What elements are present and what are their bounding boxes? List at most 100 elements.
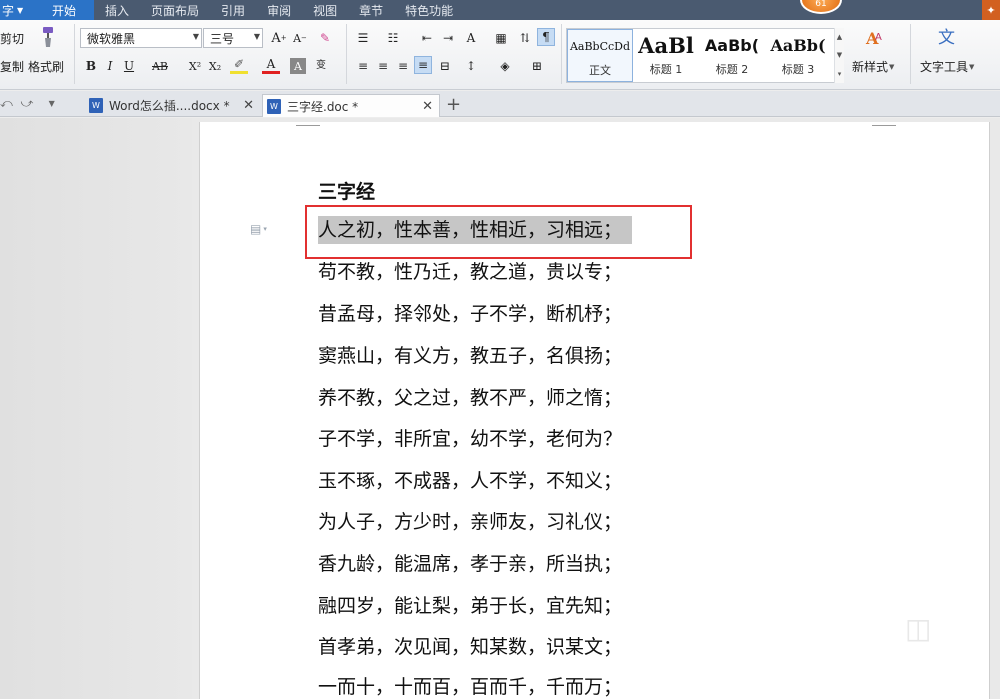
- word-doc-icon: W: [267, 98, 281, 114]
- document-line[interactable]: 玉不琢，不成器，人不学，不知义；: [318, 467, 622, 495]
- document-line[interactable]: 融四岁，能让梨，弟于长，宜先知；: [318, 592, 622, 620]
- menu-tab-review[interactable]: 审阅: [256, 0, 302, 20]
- menu-tab-section[interactable]: 章节: [348, 0, 394, 20]
- shrink-font-icon[interactable]: A −: [291, 29, 309, 47]
- close-icon[interactable]: ✕: [243, 98, 254, 113]
- menu-tab-page-layout[interactable]: 页面布局: [140, 0, 210, 20]
- document-line[interactable]: 养不教，父之过，教不严，师之惰；: [318, 384, 622, 412]
- style-normal[interactable]: AaBbCcDd 正文: [567, 29, 633, 82]
- table-icon[interactable]: ▦: [492, 29, 510, 47]
- menu-tab-view[interactable]: 视图: [302, 0, 348, 20]
- font-color-icon[interactable]: A: [262, 56, 280, 74]
- app-menu-button[interactable]: 字 ▼: [0, 0, 34, 20]
- subscript-icon[interactable]: X₂: [206, 57, 224, 75]
- new-tab-icon[interactable]: +: [446, 94, 461, 115]
- italic-icon[interactable]: I: [101, 57, 119, 75]
- align-left-icon[interactable]: ≡: [354, 57, 372, 75]
- new-style-button[interactable]: 新样式 ▼: [852, 58, 894, 75]
- sort-icon[interactable]: ⇅: [516, 29, 534, 47]
- style-preview: AaBb(: [770, 35, 826, 55]
- points-badge[interactable]: 61: [800, 0, 842, 14]
- new-style-label: 新样式: [852, 60, 889, 74]
- separator: [74, 24, 75, 84]
- line-spacing-icon[interactable]: ↕: [462, 57, 480, 75]
- font-size-select[interactable]: 三号 ▼: [203, 28, 263, 48]
- tab-word-doc[interactable]: W Word怎么插....docx * ✕: [85, 94, 260, 117]
- underline-icon[interactable]: U: [120, 57, 138, 75]
- bold-icon[interactable]: B: [82, 57, 100, 75]
- dropdown-icon[interactable]: ▼: [49, 99, 55, 108]
- style-heading-1[interactable]: AaBl 标题 1: [633, 29, 699, 82]
- increase-indent-icon[interactable]: ⇥: [439, 29, 457, 47]
- show-marks-icon[interactable]: ¶: [537, 28, 555, 46]
- copy-button[interactable]: 复制: [0, 58, 24, 75]
- copy-label: 复制: [0, 60, 25, 74]
- text-direction-icon[interactable]: A: [462, 29, 480, 47]
- align-center-icon[interactable]: ≡: [374, 57, 392, 75]
- align-right-icon[interactable]: ≡: [394, 57, 412, 75]
- shading-icon[interactable]: ◈: [496, 57, 514, 75]
- style-preview: AaBl: [638, 32, 694, 58]
- separator: [910, 24, 911, 84]
- document-line[interactable]: 苟不教，性乃迁，教之道，贵以专；: [318, 258, 622, 286]
- corner-icon[interactable]: ✦: [982, 0, 1000, 20]
- borders-icon[interactable]: ⊞: [528, 57, 546, 75]
- separator: [561, 24, 562, 84]
- font-name-select[interactable]: 微软雅黑 ▼: [80, 28, 202, 48]
- strikethrough-icon[interactable]: AB: [148, 57, 172, 75]
- distributed-icon[interactable]: ⊟: [436, 57, 454, 75]
- new-style-icon[interactable]: AA: [864, 28, 886, 48]
- menu-tab-special[interactable]: 特色功能: [394, 0, 464, 20]
- document-line[interactable]: 窦燕山，有义方，教五子，名俱扬；: [318, 342, 622, 370]
- document-line[interactable]: 香九龄，能温席，孝于亲，所当执；: [318, 550, 622, 578]
- chevron-down-icon: ▼: [17, 5, 24, 15]
- tab-sanzijing-doc[interactable]: W 三字经.doc * ✕: [262, 94, 440, 117]
- text-tools-icon[interactable]: 文: [936, 26, 960, 48]
- margin-corner-mark: [296, 118, 320, 126]
- chevron-down-icon: ▼: [192, 32, 199, 41]
- style-label: 标题 2: [715, 63, 749, 76]
- clear-format-icon[interactable]: ✎: [316, 29, 334, 47]
- character-shading-icon[interactable]: A: [290, 58, 306, 74]
- chevron-down-icon: ▼: [253, 32, 260, 41]
- document-line[interactable]: 一而十，十而百，百而千，千而万；: [318, 673, 622, 699]
- cut-label: 剪切: [0, 32, 25, 46]
- format-painter-icon[interactable]: [36, 26, 56, 48]
- text-tools-button[interactable]: 文字工具 ▼: [920, 58, 974, 75]
- paragraph-layout-icon[interactable]: ▤ ▾: [250, 222, 272, 236]
- ribbon: 剪切 复制 格式刷 微软雅黑 ▼ 三号 ▼ A + A − ✎ B I U AB X² …: [0, 20, 1000, 90]
- watermark-icon: ◫: [905, 612, 932, 645]
- numbered-list-icon[interactable]: ☷: [384, 29, 402, 47]
- font-size-value: 三号: [210, 31, 235, 46]
- document-line[interactable]: 为人子，方少时，亲师友，习礼仪；: [318, 508, 622, 536]
- style-heading-3[interactable]: AaBb( 标题 3: [765, 29, 831, 82]
- menu-tab-home[interactable]: 开始: [34, 0, 95, 20]
- document-line[interactable]: 首孝弟，次见闻，知某数，识某文；: [318, 633, 622, 661]
- superscript-icon[interactable]: X²: [186, 57, 204, 75]
- highlight-color-icon[interactable]: ✐: [230, 56, 248, 74]
- menu-tab-references[interactable]: 引用: [210, 0, 256, 20]
- grow-font-icon[interactable]: A +: [270, 29, 288, 47]
- undo-icon[interactable]: ⤺: [0, 96, 13, 111]
- style-label: 正文: [589, 64, 611, 77]
- document-line[interactable]: 昔孟母，择邻处，子不学，断机杼；: [318, 300, 622, 328]
- close-icon[interactable]: ✕: [422, 99, 433, 114]
- styles-scroll[interactable]: ▲ ▼ ▾: [834, 28, 844, 83]
- left-margin-panel: [0, 118, 192, 699]
- quick-access-icons[interactable]: ⤺ ⤻ ▼: [0, 96, 55, 111]
- phonetic-guide-icon[interactable]: 变: [312, 54, 330, 72]
- redo-icon[interactable]: ⤻: [20, 96, 33, 111]
- bullet-list-icon[interactable]: ☰: [354, 29, 372, 47]
- document-title: 三字经: [318, 181, 376, 203]
- decrease-indent-icon[interactable]: ⇤: [418, 29, 436, 47]
- document-line[interactable]: 子不学，非所宜，幼不学，老何为？: [318, 425, 622, 453]
- menu-tab-insert[interactable]: 插入: [94, 0, 140, 20]
- style-heading-2[interactable]: AaBb( 标题 2: [699, 29, 765, 82]
- cut-button[interactable]: 剪切: [0, 30, 24, 47]
- svg-text:A: A: [875, 32, 882, 43]
- style-preview: AaBbCcDd: [569, 39, 631, 53]
- format-painter-button[interactable]: 格式刷: [28, 58, 64, 75]
- justify-icon[interactable]: ≡: [414, 56, 432, 74]
- tab-title: 三字经.doc *: [287, 99, 359, 114]
- text-tools-label: 文字工具: [920, 60, 969, 74]
